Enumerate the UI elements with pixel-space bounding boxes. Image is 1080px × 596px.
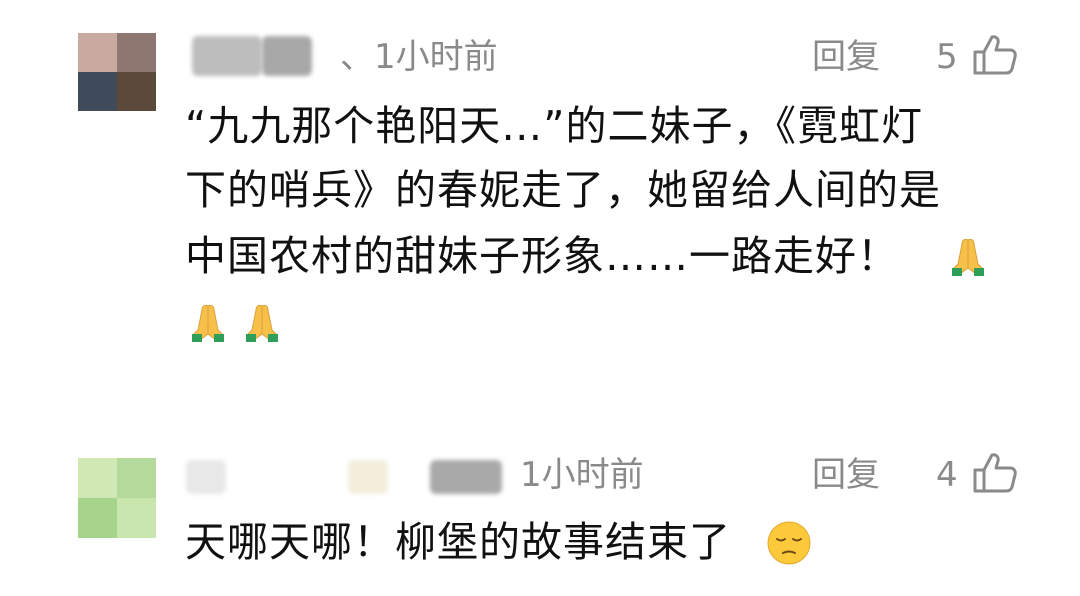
folded-hands-icon: [192, 304, 224, 342]
comment-text-line: “九九那个艳阳天…”的二妹子，《霓虹灯: [185, 102, 923, 150]
like-count: 5: [936, 37, 958, 77]
thumbs-up-icon[interactable]: [972, 34, 1018, 76]
pensive-face-icon: [767, 521, 811, 565]
comment-text-line: 天哪天哪！柳堡的故事结束了: [185, 518, 731, 566]
reply-button[interactable]: 回复: [812, 458, 880, 492]
reply-button[interactable]: 回复: [812, 40, 880, 74]
comment-text-line-wrapper: 中国农村的甜妹子形象……一路走好！: [185, 236, 899, 277]
comment-time: 1小时前: [520, 455, 644, 495]
comment-text-line-wrapper: 天哪天哪！柳堡的故事结束了: [185, 522, 731, 563]
avatar[interactable]: [78, 458, 156, 538]
comment-text-line: 中国农村的甜妹子形象……一路走好！: [185, 232, 899, 280]
folded-hands-icon: [246, 304, 278, 342]
comment-item: 1小时前 回复 4 天哪天哪！柳堡的故事结束了: [0, 430, 1080, 596]
comment-item: 、1小时前 回复 5 “九九那个艳阳天…”的二妹子，《霓虹灯 下的哨兵》的春妮走…: [0, 0, 1080, 400]
folded-hands-icon: [952, 238, 984, 276]
thumbs-up-icon[interactable]: [972, 452, 1018, 494]
avatar[interactable]: [78, 33, 156, 111]
comment-time: 、1小时前: [340, 37, 498, 77]
comment-text-line: 下的哨兵》的春妮走了，她留给人间的是: [185, 166, 941, 214]
like-count: 4: [936, 455, 958, 495]
